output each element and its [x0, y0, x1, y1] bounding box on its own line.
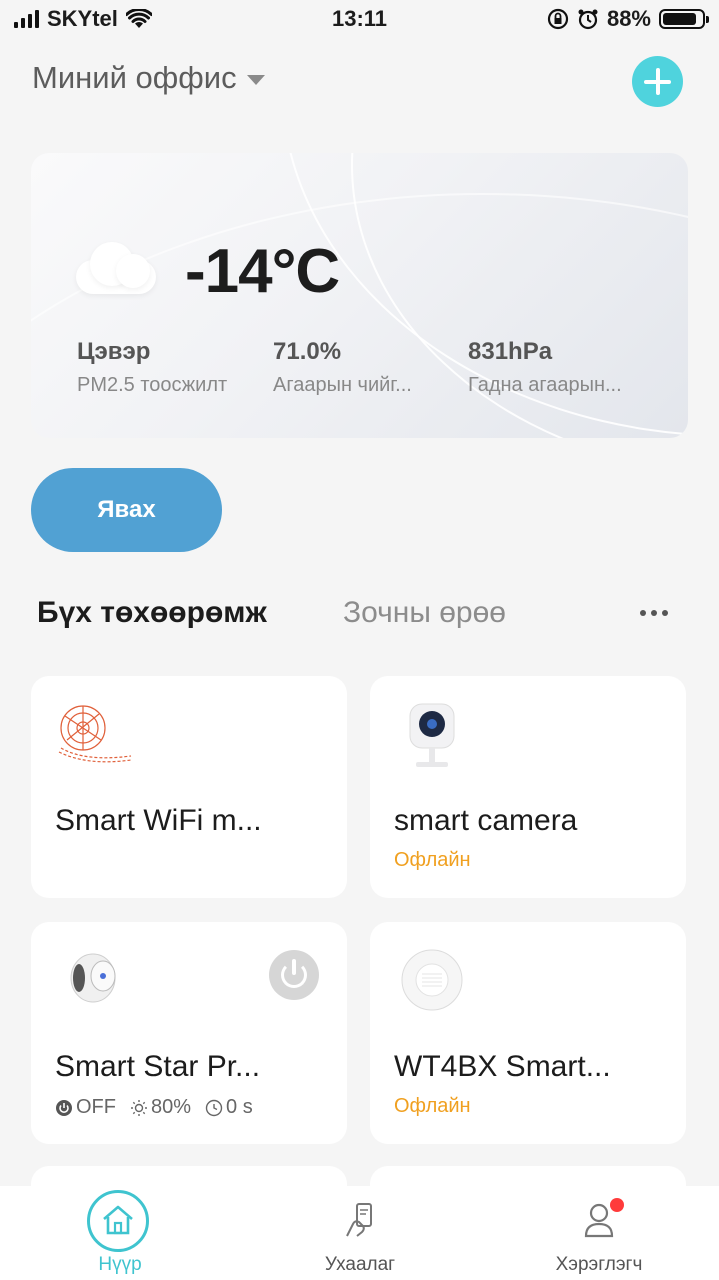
tab-guest-room[interactable]: Зочны өрөө [343, 596, 506, 630]
home-icon [103, 1205, 133, 1235]
home-selector[interactable]: Миний оффис [32, 60, 265, 96]
timer-value: 0 s [226, 1096, 253, 1118]
device-name: Smart Star Pr... [55, 1050, 261, 1083]
rotation-lock-icon [547, 8, 569, 30]
nav-label: Нүүр [98, 1254, 142, 1275]
device-name: WT4BX Smart... [394, 1050, 611, 1083]
device-status-offline: Офлайн [394, 849, 471, 871]
power-icon [56, 1099, 72, 1116]
projector-icon [70, 953, 116, 1003]
temperature: -14°C [185, 237, 340, 306]
camera-icon [409, 703, 455, 767]
nav-item-user[interactable]: Хэрэглэгч [479, 1186, 719, 1280]
device-card[interactable]: Smart WiFi m... [31, 676, 347, 898]
power-toggle-button[interactable] [269, 950, 319, 1000]
cloud-icon [76, 242, 156, 294]
brightness-value: 80% [151, 1096, 192, 1118]
power-state: OFF [76, 1096, 116, 1118]
alarm-icon [578, 9, 598, 30]
bottom-navigation: Нүүр Ухаалаг Хэрэглэгч [0, 1186, 719, 1280]
brightness-icon [131, 1099, 147, 1116]
nav-label: Ухаалаг [324, 1254, 396, 1275]
device-quick-status: OFF 80% 0 s [55, 1096, 253, 1119]
caret-down-icon [246, 75, 265, 85]
device-card[interactable]: Smart Star Pr... OFF 80% 0 s [31, 922, 347, 1144]
battery-icon [659, 9, 709, 29]
smart-scene-icon [346, 1203, 372, 1237]
device-name: Smart WiFi m... [55, 804, 262, 837]
notification-badge [610, 1198, 624, 1212]
timer-icon [205, 1099, 223, 1116]
nav-item-smart[interactable]: Ухаалаг [240, 1186, 480, 1280]
battery-percent: 88% [606, 6, 651, 31]
status-bar: SKYtel 13:11 88% [0, 0, 719, 40]
weather-stat-pm25: Цэвэр PM2.5 тоосжилт [77, 338, 228, 396]
tab-all-devices[interactable]: Бүх төхөөрөмж [37, 596, 267, 630]
more-options-icon[interactable] [640, 610, 668, 616]
home-name: Миний оффис [32, 60, 237, 95]
device-card[interactable]: WT4BX Smart... Офлайн [370, 922, 686, 1144]
smoke-detector-icon [401, 949, 463, 1011]
led-strip-icon [58, 705, 132, 763]
nav-item-home[interactable]: Нүүр [0, 1186, 240, 1280]
go-button[interactable]: Явах [31, 468, 222, 552]
weather-stat-pressure: 831hPa Гадна агаарын... [468, 338, 622, 396]
weather-stat-humidity: 71.0% Агаарын чийг... [273, 338, 412, 396]
nav-label: Хэрэглэгч [555, 1254, 643, 1275]
add-device-button[interactable] [632, 56, 683, 107]
device-card[interactable]: smart camera Офлайн [370, 676, 686, 898]
device-status-offline: Офлайн [394, 1095, 471, 1117]
device-name: smart camera [394, 804, 578, 837]
